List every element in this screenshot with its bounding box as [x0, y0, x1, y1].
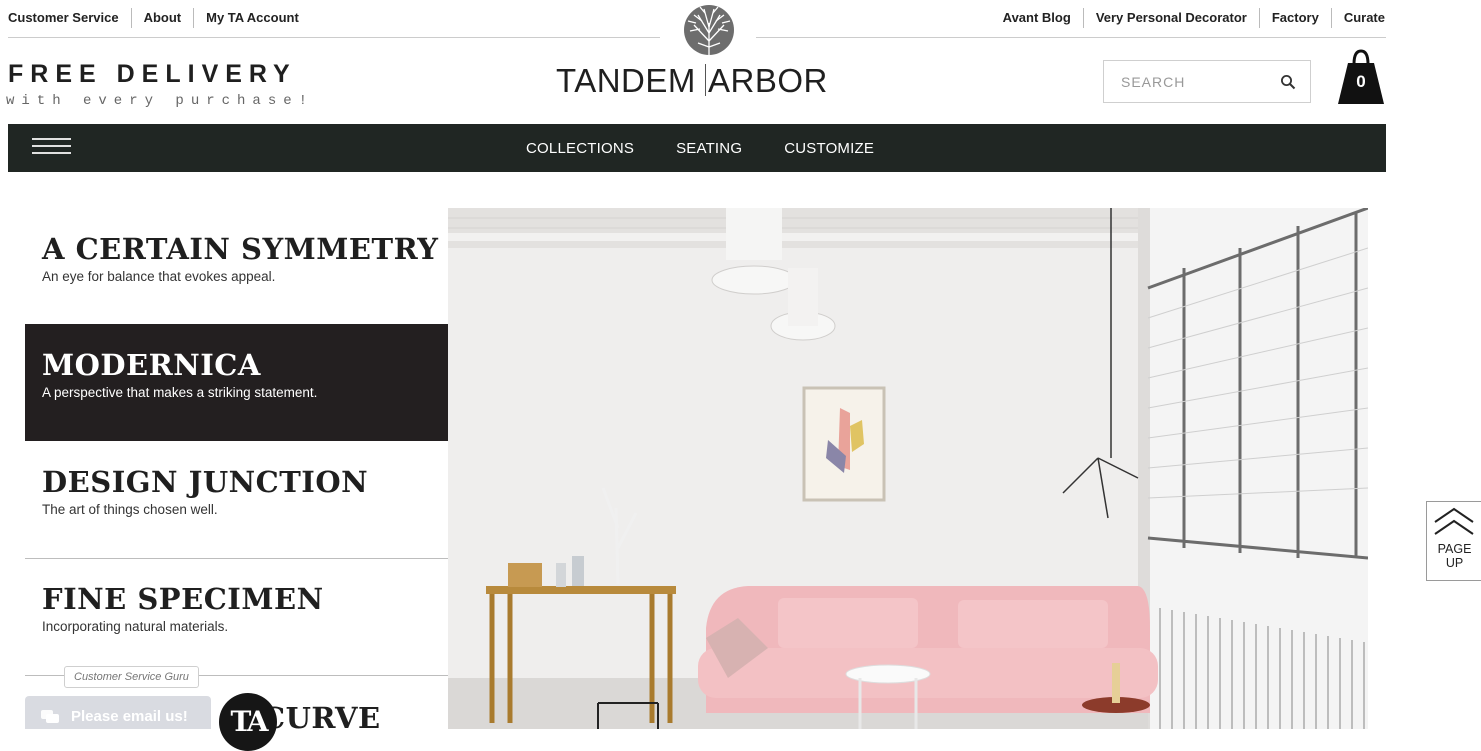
cart-button[interactable]: 0: [1336, 48, 1386, 105]
double-chevron-up-icon: [1434, 507, 1474, 535]
hamburger-icon[interactable]: [32, 138, 72, 158]
chat-agent-label: Customer Service Guru: [64, 666, 199, 688]
page-up-label-line1: PAGE: [1437, 542, 1472, 556]
collection-fine-specimen[interactable]: FINE SPECIMEN Incorporating natural mate…: [25, 582, 448, 634]
collection-title: FINE SPECIMEN: [42, 582, 324, 616]
search-input[interactable]: [1104, 61, 1274, 102]
page-up-label-line2: UP: [1445, 556, 1464, 570]
collection-title: MODERNICA: [42, 348, 261, 382]
avant-blog-link[interactable]: Avant Blog: [991, 8, 1083, 28]
curate-link[interactable]: Curate: [1330, 8, 1385, 28]
chat-button-label: Please email us!: [71, 708, 188, 725]
collection-description: Incorporating natural materials.: [42, 619, 229, 634]
collection-title-partial[interactable]: CURVE: [262, 701, 381, 735]
main-nav-items: COLLECTIONS SEATING CUSTOMIZE: [526, 124, 916, 172]
brand-logo-trunk: [705, 64, 706, 96]
chat-email-button[interactable]: Please email us!: [25, 696, 211, 729]
search-box: [1103, 60, 1311, 103]
search-icon[interactable]: [1280, 74, 1296, 90]
brand-name-right: ARBOR: [708, 62, 828, 99]
free-delivery-title: FREE DELIVERY: [8, 60, 297, 88]
factory-link[interactable]: Factory: [1258, 8, 1331, 28]
customer-service-link[interactable]: Customer Service: [8, 8, 131, 28]
hero-image-pink-sofa-room: [448, 208, 1368, 729]
nav-collections[interactable]: COLLECTIONS: [526, 140, 634, 157]
free-delivery-subtitle: with every purchase!: [6, 93, 315, 109]
ta-logo-badge[interactable]: TA: [219, 693, 277, 751]
page-up-label: PAGE UP: [1427, 542, 1481, 570]
page-up-button[interactable]: PAGE UP: [1426, 501, 1481, 581]
collection-description: An eye for balance that evokes appeal.: [42, 269, 276, 284]
collection-design-junction[interactable]: DESIGN JUNCTION The art of things chosen…: [25, 465, 448, 517]
nav-customize[interactable]: CUSTOMIZE: [784, 140, 874, 157]
brand-logo[interactable]: TANDEM ARBOR: [556, 62, 838, 102]
collection-modernica[interactable]: MODERNICA A perspective that makes a str…: [25, 324, 481, 441]
header-divider-right: [756, 37, 1386, 38]
collection-description: A perspective that makes a striking stat…: [42, 385, 318, 400]
collection-divider: [25, 558, 448, 559]
header-divider-left: [8, 37, 660, 38]
my-account-link[interactable]: My TA Account: [193, 8, 311, 28]
utility-nav-right: Avant Blog Very Personal Decorator Facto…: [991, 8, 1385, 28]
main-nav-bar: COLLECTIONS SEATING CUSTOMIZE: [8, 124, 1386, 172]
personal-decorator-link[interactable]: Very Personal Decorator: [1082, 8, 1259, 28]
utility-nav-left: Customer Service About My TA Account: [8, 8, 311, 28]
chat-bubble-icon: [41, 710, 59, 723]
cart-count: 0: [1356, 72, 1366, 91]
nav-seating[interactable]: SEATING: [676, 140, 742, 157]
collection-description: The art of things chosen well.: [42, 502, 218, 517]
collection-title: A CERTAIN SYMMETRY: [42, 232, 439, 266]
brand-name-left: TANDEM: [556, 62, 696, 99]
tree-logo-icon[interactable]: [676, 3, 742, 69]
about-link[interactable]: About: [130, 8, 194, 28]
collection-a-certain-symmetry[interactable]: A CERTAIN SYMMETRY An eye for balance th…: [25, 232, 448, 284]
collection-title: DESIGN JUNCTION: [42, 465, 369, 499]
